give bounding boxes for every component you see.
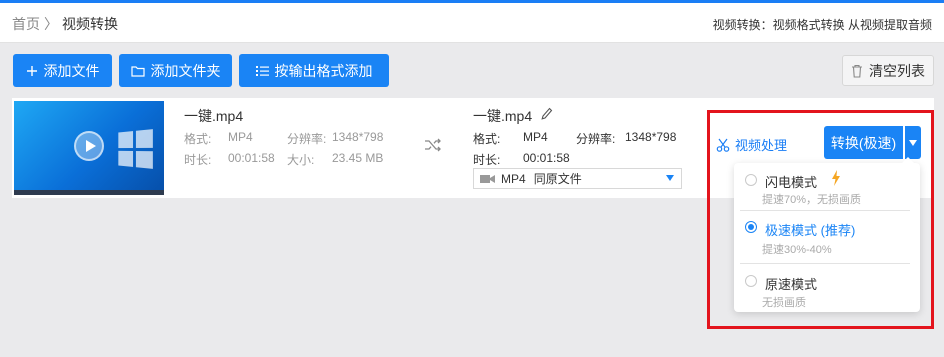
output-format-label: 格式: bbox=[473, 132, 501, 146]
thumbnail-bar bbox=[14, 190, 164, 195]
play-icon[interactable] bbox=[74, 131, 104, 161]
clear-list-button[interactable]: 清空列表 bbox=[842, 55, 934, 86]
breadcrumb-separator: 〉 bbox=[44, 16, 58, 32]
source-size-label: 大小: bbox=[287, 153, 315, 167]
add-by-format-button[interactable]: 按输出格式添加 bbox=[239, 54, 389, 87]
source-format-value: MP4 bbox=[228, 130, 253, 144]
add-by-format-label: 按输出格式添加 bbox=[274, 62, 373, 79]
edit-icon[interactable] bbox=[541, 107, 553, 124]
source-file-name: 一键.mp4 bbox=[184, 108, 244, 124]
header: 首页〉视频转换 视频转换：视频格式转换 从视频提取音频 bbox=[0, 3, 944, 43]
add-file-button[interactable]: 添加文件 bbox=[13, 54, 112, 87]
source-duration-label: 时长: bbox=[184, 153, 212, 167]
video-camera-icon bbox=[480, 174, 495, 184]
add-folder-button[interactable]: 添加文件夹 bbox=[119, 54, 232, 87]
radio-fast[interactable] bbox=[745, 221, 757, 233]
folder-icon bbox=[130, 65, 145, 77]
mode-fast-desc: 提速30%-40% bbox=[762, 244, 832, 256]
mode-option-flash[interactable]: 闪电模式 提速70%，无损画质 bbox=[734, 163, 920, 210]
output-file-name[interactable]: 一键.mp4 bbox=[473, 106, 532, 126]
plus-icon bbox=[26, 65, 38, 77]
chevron-down-icon bbox=[666, 175, 674, 181]
windows-logo-icon bbox=[118, 129, 153, 169]
page-description: 视频转换：视频格式转换 从视频提取音频 bbox=[712, 18, 932, 32]
radio-original[interactable] bbox=[745, 275, 757, 287]
trash-icon bbox=[851, 64, 863, 78]
shuffle-icon bbox=[424, 138, 442, 155]
mode-flash-title: 闪电模式 bbox=[765, 175, 818, 190]
output-format-select[interactable]: MP4 同原文件 bbox=[473, 168, 682, 189]
mode-flash-desc: 提速70%，无损画质 bbox=[762, 194, 862, 206]
source-resolution-label: 分辨率: bbox=[287, 132, 327, 146]
source-format-label: 格式: bbox=[184, 132, 212, 146]
breadcrumb: 首页〉视频转换 bbox=[12, 14, 118, 34]
breadcrumb-current: 视频转换 bbox=[62, 16, 118, 32]
source-size-value: 23.45 MB bbox=[332, 151, 384, 165]
output-resolution-label: 分辨率: bbox=[576, 132, 616, 146]
mode-original-title: 原速模式 bbox=[765, 277, 818, 292]
output-format-value: MP4 bbox=[523, 130, 548, 144]
mode-fast-title: 极速模式 (推荐) bbox=[765, 223, 856, 238]
list-icon bbox=[255, 65, 269, 77]
breadcrumb-home[interactable]: 首页 bbox=[12, 16, 40, 32]
mode-option-fast[interactable]: 极速模式 (推荐) 提速30%-40% bbox=[734, 211, 920, 263]
lightning-icon bbox=[831, 170, 841, 189]
convert-mode-menu: 闪电模式 提速70%，无损画质 极速模式 (推荐) 提速30%-40% 原速模式… bbox=[734, 157, 920, 312]
mode-option-original[interactable]: 原速模式 无损画质 bbox=[734, 264, 920, 312]
radio-flash[interactable] bbox=[745, 174, 757, 186]
output-resolution-value: 1348*798 bbox=[625, 130, 677, 144]
add-file-label: 添加文件 bbox=[43, 62, 100, 79]
source-resolution-value: 1348*798 bbox=[332, 130, 384, 144]
source-duration-value: 00:01:58 bbox=[228, 151, 275, 165]
mode-original-desc: 无损画质 bbox=[762, 297, 806, 309]
output-format-select-value: MP4 bbox=[501, 171, 526, 186]
clear-list-label: 清空列表 bbox=[869, 62, 925, 79]
video-thumbnail[interactable] bbox=[14, 101, 164, 195]
add-folder-label: 添加文件夹 bbox=[150, 62, 221, 79]
output-format-select-option: 同原文件 bbox=[533, 172, 582, 186]
output-duration-value: 00:01:58 bbox=[523, 151, 570, 165]
output-duration-label: 时长: bbox=[473, 153, 501, 167]
